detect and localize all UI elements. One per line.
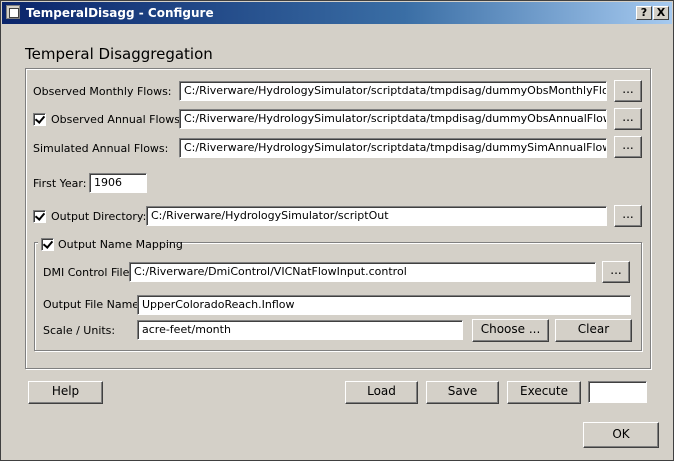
output-name-mapping-label: Output Name Mapping xyxy=(58,238,183,251)
load-button[interactable]: Load xyxy=(345,381,418,404)
dmi-control-input[interactable]: C:/Riverware/DmiControl/VICNatFlowInput.… xyxy=(129,262,596,282)
output-directory-label: Output Directory: xyxy=(51,210,147,223)
help-button[interactable]: Help xyxy=(28,381,103,404)
simulated-annual-browse-button[interactable]: ... xyxy=(614,136,642,158)
group-title: Temperal Disaggregation xyxy=(25,45,213,63)
observed-annual-checkbox[interactable] xyxy=(33,113,46,126)
save-button[interactable]: Save xyxy=(426,381,499,404)
output-directory-input[interactable]: C:/Riverware/HydrologySimulator/scriptOu… xyxy=(146,206,607,226)
simulated-annual-label: Simulated Annual Flows: xyxy=(33,142,169,155)
output-file-name-label: Output File Name: xyxy=(43,298,143,311)
first-year-label: First Year: xyxy=(33,177,87,190)
simulated-annual-input[interactable]: C:/Riverware/HydrologySimulator/scriptda… xyxy=(179,138,607,158)
output-directory-browse-button[interactable]: ... xyxy=(614,205,642,227)
execute-button[interactable]: Execute xyxy=(507,381,581,404)
title-bar[interactable]: TemperalDisagg - Configure ? X xyxy=(2,2,672,24)
output-directory-checkbox[interactable] xyxy=(33,210,46,223)
observed-monthly-browse-button[interactable]: ... xyxy=(614,80,642,102)
clear-units-button[interactable]: Clear xyxy=(555,319,632,342)
close-titlebar-button[interactable]: X xyxy=(653,6,669,20)
status-field xyxy=(588,381,647,403)
observed-annual-input[interactable]: C:/Riverware/HydrologySimulator/scriptda… xyxy=(179,109,607,129)
window-title: TemperalDisagg - Configure xyxy=(26,6,214,20)
first-year-input[interactable]: 1906 xyxy=(89,173,147,193)
ok-button[interactable]: OK xyxy=(583,422,659,448)
output-name-mapping-checkbox[interactable] xyxy=(41,238,54,251)
observed-monthly-label: Observed Monthly Flows: xyxy=(33,85,172,98)
observed-monthly-input[interactable]: C:/Riverware/HydrologySimulator/scriptda… xyxy=(179,81,607,101)
configure-window: TemperalDisagg - Configure ? X Temperal … xyxy=(0,0,674,461)
scale-units-label: Scale / Units: xyxy=(43,324,116,337)
choose-units-button[interactable]: Choose ... xyxy=(472,319,549,342)
dmi-control-browse-button[interactable]: ... xyxy=(602,261,630,283)
help-titlebar-button[interactable]: ? xyxy=(636,6,652,20)
app-icon xyxy=(6,5,20,19)
output-file-name-input[interactable]: UpperColoradoReach.Inflow xyxy=(137,295,631,315)
dmi-control-label: DMI Control File: xyxy=(43,266,134,279)
observed-annual-browse-button[interactable]: ... xyxy=(614,108,642,130)
observed-annual-label: Observed Annual Flows: xyxy=(51,113,184,126)
scale-units-input[interactable]: acre-feet/month xyxy=(137,320,463,340)
